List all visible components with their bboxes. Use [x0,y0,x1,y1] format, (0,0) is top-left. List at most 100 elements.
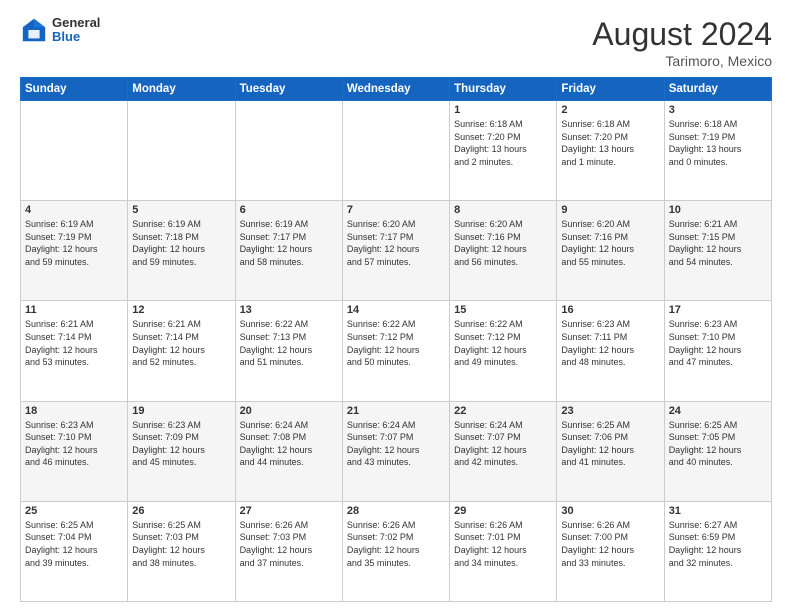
calendar-cell: 26 Sunrise: 6:25 AM Sunset: 7:03 PM Dayli… [128,501,235,601]
calendar-cell: 17 Sunrise: 6:23 AM Sunset: 7:10 PM Dayli… [664,301,771,401]
day-info: Sunrise: 6:25 AM Sunset: 7:05 PM Dayligh… [669,419,767,469]
day-info: Sunrise: 6:18 AM Sunset: 7:20 PM Dayligh… [561,118,659,168]
day-number: 12 [132,304,230,316]
calendar-cell: 8 Sunrise: 6:20 AM Sunset: 7:16 PM Daylig… [450,201,557,301]
day-number: 20 [240,405,338,417]
weekday-header-friday: Friday [557,78,664,101]
calendar-cell: 11 Sunrise: 6:21 AM Sunset: 7:14 PM Dayli… [21,301,128,401]
calendar-cell: 19 Sunrise: 6:23 AM Sunset: 7:09 PM Dayli… [128,401,235,501]
day-number: 28 [347,505,445,517]
day-info: Sunrise: 6:22 AM Sunset: 7:12 PM Dayligh… [347,318,445,368]
calendar-cell [21,101,128,201]
day-number: 5 [132,204,230,216]
page: General Blue August 2024 Tarimoro, Mexic… [0,0,792,612]
day-number: 7 [347,204,445,216]
day-number: 27 [240,505,338,517]
day-info: Sunrise: 6:25 AM Sunset: 7:03 PM Dayligh… [132,519,230,569]
day-info: Sunrise: 6:22 AM Sunset: 7:12 PM Dayligh… [454,318,552,368]
day-info: Sunrise: 6:18 AM Sunset: 7:20 PM Dayligh… [454,118,552,168]
day-info: Sunrise: 6:21 AM Sunset: 7:14 PM Dayligh… [25,318,123,368]
day-number: 18 [25,405,123,417]
calendar-cell: 3 Sunrise: 6:18 AM Sunset: 7:19 PM Daylig… [664,101,771,201]
weekday-header-sunday: Sunday [21,78,128,101]
day-number: 6 [240,204,338,216]
day-number: 25 [25,505,123,517]
day-number: 22 [454,405,552,417]
week-row-5: 25 Sunrise: 6:25 AM Sunset: 7:04 PM Dayli… [21,501,772,601]
logo-icon [20,16,48,44]
weekday-header-row: SundayMondayTuesdayWednesdayThursdayFrid… [21,78,772,101]
logo-blue: Blue [52,30,100,44]
day-number: 14 [347,304,445,316]
day-info: Sunrise: 6:25 AM Sunset: 7:06 PM Dayligh… [561,419,659,469]
day-info: Sunrise: 6:26 AM Sunset: 7:01 PM Dayligh… [454,519,552,569]
weekday-header-tuesday: Tuesday [235,78,342,101]
week-row-3: 11 Sunrise: 6:21 AM Sunset: 7:14 PM Dayli… [21,301,772,401]
calendar-cell: 22 Sunrise: 6:24 AM Sunset: 7:07 PM Dayli… [450,401,557,501]
day-number: 19 [132,405,230,417]
day-number: 3 [669,104,767,116]
day-info: Sunrise: 6:20 AM Sunset: 7:16 PM Dayligh… [454,218,552,268]
calendar-cell: 24 Sunrise: 6:25 AM Sunset: 7:05 PM Dayli… [664,401,771,501]
day-info: Sunrise: 6:26 AM Sunset: 7:03 PM Dayligh… [240,519,338,569]
location: Tarimoro, Mexico [592,53,772,69]
logo: General Blue [20,16,100,45]
day-info: Sunrise: 6:23 AM Sunset: 7:10 PM Dayligh… [25,419,123,469]
calendar-cell: 10 Sunrise: 6:21 AM Sunset: 7:15 PM Dayli… [664,201,771,301]
week-row-1: 1Sunrise: 6:18 AM Sunset: 7:20 PM Daylig… [21,101,772,201]
day-number: 8 [454,204,552,216]
day-info: Sunrise: 6:18 AM Sunset: 7:19 PM Dayligh… [669,118,767,168]
day-info: Sunrise: 6:21 AM Sunset: 7:15 PM Dayligh… [669,218,767,268]
calendar-cell: 27 Sunrise: 6:26 AM Sunset: 7:03 PM Dayli… [235,501,342,601]
day-info: Sunrise: 6:23 AM Sunset: 7:09 PM Dayligh… [132,419,230,469]
calendar-cell: 6 Sunrise: 6:19 AM Sunset: 7:17 PM Daylig… [235,201,342,301]
logo-general: General [52,16,100,30]
day-number: 9 [561,204,659,216]
logo-text: General Blue [52,16,100,45]
month-title: August 2024 [592,16,772,53]
day-number: 10 [669,204,767,216]
weekday-header-monday: Monday [128,78,235,101]
week-row-2: 4Sunrise: 6:19 AM Sunset: 7:19 PM Daylig… [21,201,772,301]
calendar-cell: 13Sunrise: 6:22 AM Sunset: 7:13 PM Dayli… [235,301,342,401]
day-number: 26 [132,505,230,517]
day-number: 17 [669,304,767,316]
day-info: Sunrise: 6:25 AM Sunset: 7:04 PM Dayligh… [25,519,123,569]
day-number: 31 [669,505,767,517]
day-number: 21 [347,405,445,417]
calendar-cell: 28 Sunrise: 6:26 AM Sunset: 7:02 PM Dayli… [342,501,449,601]
day-number: 30 [561,505,659,517]
calendar-cell: 29Sunrise: 6:26 AM Sunset: 7:01 PM Dayli… [450,501,557,601]
day-info: Sunrise: 6:19 AM Sunset: 7:18 PM Dayligh… [132,218,230,268]
header: General Blue August 2024 Tarimoro, Mexic… [20,16,772,69]
calendar-cell: 1Sunrise: 6:18 AM Sunset: 7:20 PM Daylig… [450,101,557,201]
day-number: 13 [240,304,338,316]
calendar-cell: 20 Sunrise: 6:24 AM Sunset: 7:08 PM Dayli… [235,401,342,501]
calendar-cell [235,101,342,201]
week-row-4: 18 Sunrise: 6:23 AM Sunset: 7:10 PM Dayli… [21,401,772,501]
day-info: Sunrise: 6:23 AM Sunset: 7:11 PM Dayligh… [561,318,659,368]
calendar-cell: 21 Sunrise: 6:24 AM Sunset: 7:07 PM Dayli… [342,401,449,501]
calendar-cell: 31 Sunrise: 6:27 AM Sunset: 6:59 PM Dayli… [664,501,771,601]
weekday-header-saturday: Saturday [664,78,771,101]
calendar-table: SundayMondayTuesdayWednesdayThursdayFrid… [20,77,772,602]
day-number: 24 [669,405,767,417]
day-info: Sunrise: 6:20 AM Sunset: 7:16 PM Dayligh… [561,218,659,268]
day-info: Sunrise: 6:24 AM Sunset: 7:07 PM Dayligh… [347,419,445,469]
day-info: Sunrise: 6:19 AM Sunset: 7:19 PM Dayligh… [25,218,123,268]
day-info: Sunrise: 6:24 AM Sunset: 7:07 PM Dayligh… [454,419,552,469]
calendar-cell: 9 Sunrise: 6:20 AM Sunset: 7:16 PM Daylig… [557,201,664,301]
calendar-cell: 5 Sunrise: 6:19 AM Sunset: 7:18 PM Daylig… [128,201,235,301]
day-info: Sunrise: 6:27 AM Sunset: 6:59 PM Dayligh… [669,519,767,569]
day-info: Sunrise: 6:23 AM Sunset: 7:10 PM Dayligh… [669,318,767,368]
day-info: Sunrise: 6:24 AM Sunset: 7:08 PM Dayligh… [240,419,338,469]
weekday-header-wednesday: Wednesday [342,78,449,101]
calendar-cell [128,101,235,201]
day-info: Sunrise: 6:26 AM Sunset: 7:00 PM Dayligh… [561,519,659,569]
calendar-cell: 2Sunrise: 6:18 AM Sunset: 7:20 PM Daylig… [557,101,664,201]
day-number: 11 [25,304,123,316]
calendar-cell [342,101,449,201]
day-info: Sunrise: 6:19 AM Sunset: 7:17 PM Dayligh… [240,218,338,268]
calendar-cell: 16Sunrise: 6:23 AM Sunset: 7:11 PM Dayli… [557,301,664,401]
day-info: Sunrise: 6:26 AM Sunset: 7:02 PM Dayligh… [347,519,445,569]
